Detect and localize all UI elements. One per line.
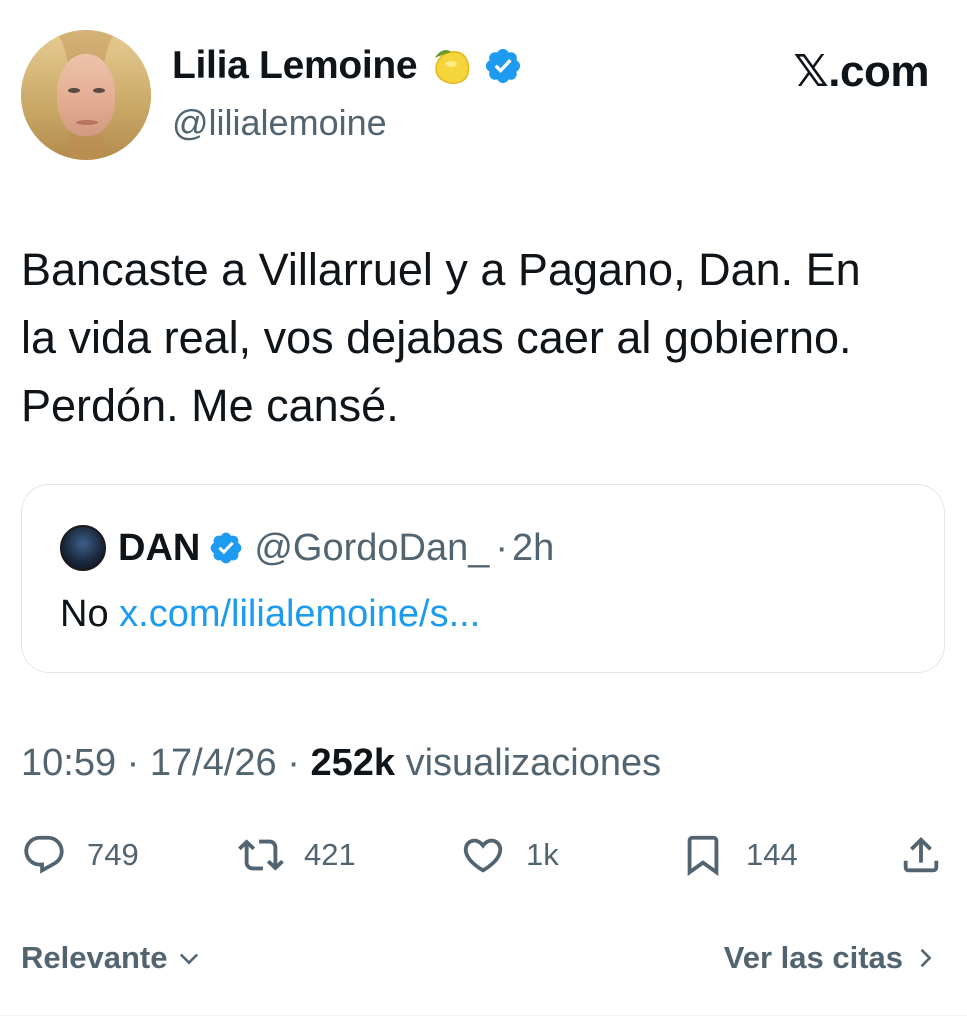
quoted-tweet-header: DAN @GordoDan_ · 2h xyxy=(60,525,554,571)
author-display-name[interactable]: Lilia Lemoine xyxy=(172,44,418,88)
tweet-text-line: Perdón. Me cansé. xyxy=(21,380,399,431)
tweet-text-line: la vida real, vos dejabas caer al gobier… xyxy=(21,312,852,363)
quoted-author-handle[interactable]: @GordoDan_ xyxy=(254,527,489,570)
repost-icon xyxy=(238,839,284,871)
bookmark-count: 144 xyxy=(746,837,798,872)
tweet-text: Bancaste a Villarruel y a Pagano, Dan. E… xyxy=(21,236,941,440)
heart-icon xyxy=(463,838,503,873)
site-label: 𝕏.com xyxy=(793,47,929,96)
share-button[interactable] xyxy=(898,830,944,880)
quoted-body-text: No xyxy=(60,593,109,635)
sort-label: Relevante xyxy=(21,940,168,975)
like-button[interactable]: 1k xyxy=(460,830,559,880)
quoted-author-avatar[interactable] xyxy=(60,525,106,571)
tweet-metadata: 10:59 · 17/4/26 · 252k visualizaciones xyxy=(21,742,661,785)
tweet-time: 10:59 xyxy=(21,742,117,784)
views-count: 252k xyxy=(310,742,395,784)
repost-button[interactable]: 421 xyxy=(238,830,356,880)
avatar-eye-left xyxy=(68,88,80,93)
sort-dropdown[interactable]: Relevante xyxy=(21,940,203,976)
quoted-tweet-card[interactable]: DAN @GordoDan_ · 2h No x.com/lilialemoin… xyxy=(21,484,945,673)
quoted-tweet-body: No x.com/lilialemoine/s... xyxy=(60,593,480,636)
divider xyxy=(0,1015,967,1016)
verified-badge-icon xyxy=(486,48,521,84)
view-quotes-link[interactable]: Ver las citas xyxy=(724,940,939,976)
view-quotes-label: Ver las citas xyxy=(723,940,903,975)
author-avatar[interactable] xyxy=(21,30,151,160)
reply-icon xyxy=(24,835,64,874)
share-icon xyxy=(903,836,939,873)
bookmark-icon xyxy=(687,835,719,876)
verified-badge-icon xyxy=(210,532,242,564)
repost-count: 421 xyxy=(304,837,356,872)
quoted-separator: · xyxy=(495,526,509,569)
bookmark-button[interactable]: 144 xyxy=(680,830,798,880)
tweet-text-line: Bancaste a Villarruel y a Pagano, Dan. E… xyxy=(21,244,861,295)
reply-count: 749 xyxy=(87,837,139,872)
avatar-eye-right xyxy=(93,88,105,93)
avatar-mouth xyxy=(76,120,98,125)
tweet-date: 17/4/26 xyxy=(149,742,277,784)
author-handle[interactable]: @lilialemoine xyxy=(172,102,387,144)
replies-controls: Relevante Ver las citas xyxy=(21,940,939,984)
lemon-icon xyxy=(435,50,470,84)
reply-button[interactable]: 749 xyxy=(21,830,139,880)
like-count: 1k xyxy=(526,837,559,872)
quoted-author-name[interactable]: DAN xyxy=(118,527,200,570)
meta-separator: · xyxy=(287,742,300,784)
chevron-down-icon xyxy=(180,953,199,965)
author-name-row[interactable]: Lilia Lemoine xyxy=(172,44,523,88)
chevron-right-icon xyxy=(920,948,932,968)
quoted-time: 2h xyxy=(512,526,555,569)
quoted-body-link[interactable]: x.com/lilialemoine/s... xyxy=(119,593,480,635)
action-bar: 749 421 1k 144 xyxy=(0,830,967,880)
meta-separator: · xyxy=(126,742,140,784)
views-label: visualizaciones xyxy=(405,742,662,784)
